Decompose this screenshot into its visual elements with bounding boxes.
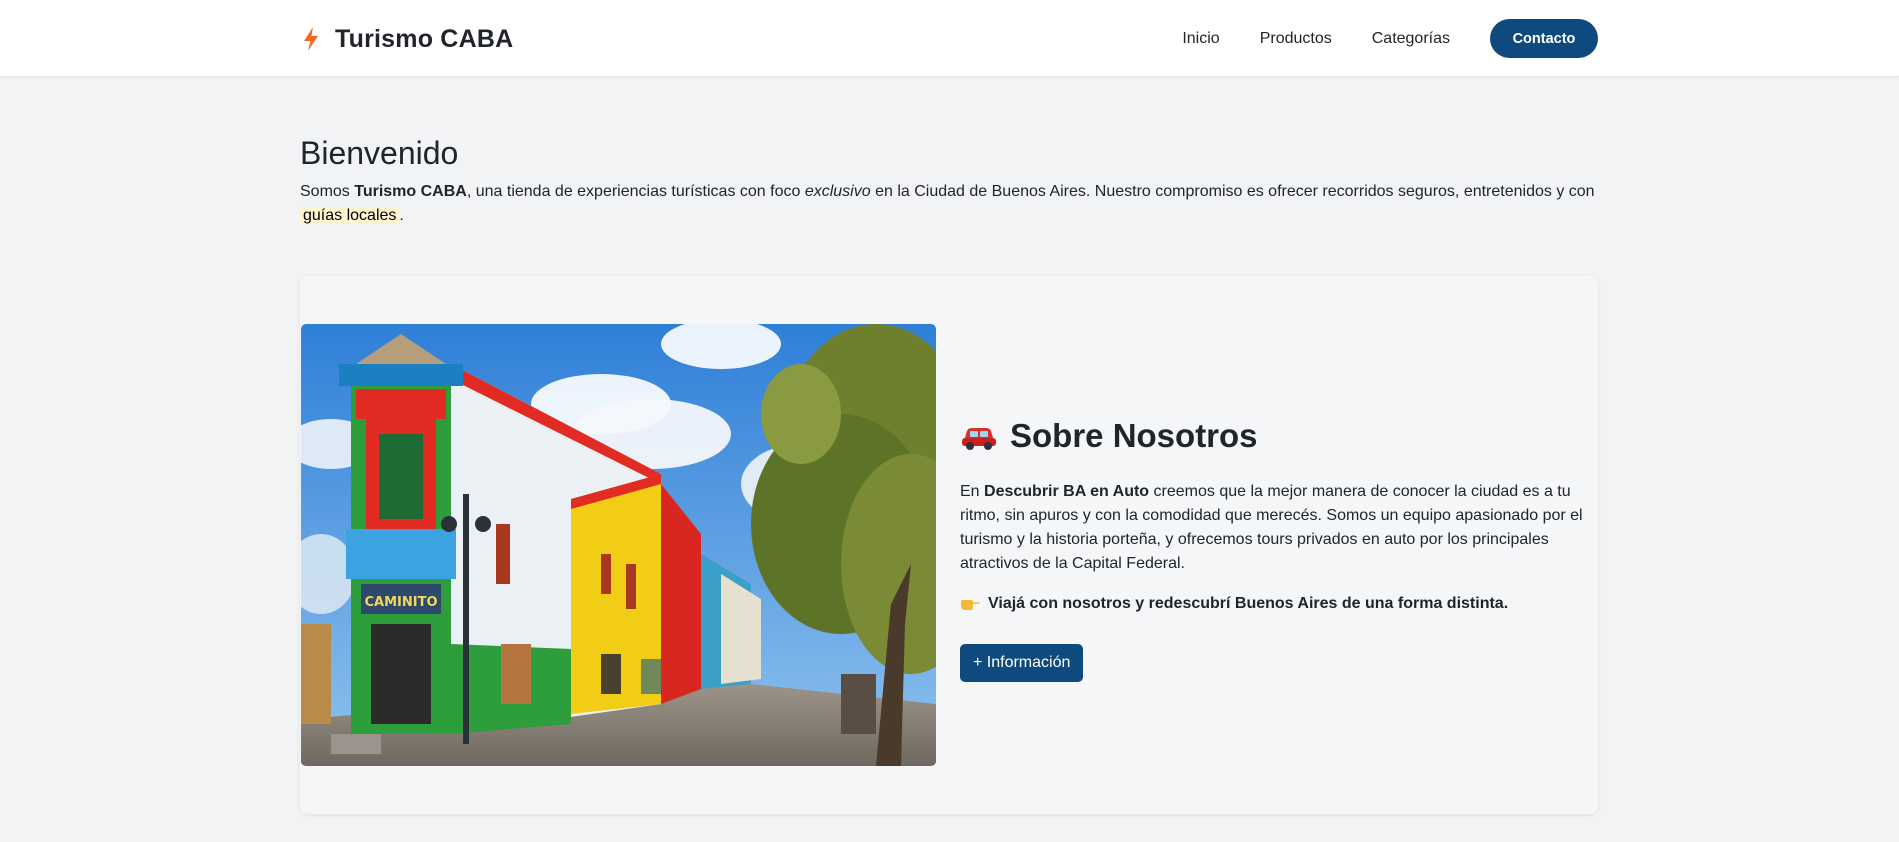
about-brand-strong: Descubrir BA en Auto: [984, 483, 1150, 500]
caminito-photo: CAMINITO: [301, 324, 936, 766]
welcome-text-end: .: [399, 207, 404, 224]
about-tagline: Viajá con nosotros y redescubrí Buenos A…: [960, 592, 1585, 616]
car-icon: [962, 428, 996, 450]
about-section: Sobre Nosotros En Descubrir BA en Auto c…: [960, 412, 1585, 682]
welcome-text-mid: , una tienda de experiencias turísticas …: [466, 183, 805, 200]
lightning-icon: [304, 27, 318, 51]
welcome-brand-strong: Turismo CABA: [354, 183, 467, 200]
nav-menu: Inicio Productos Categorías Contacto: [1182, 19, 1598, 58]
caminito-sign: CAMINITO: [364, 595, 437, 610]
nav-link-categorias[interactable]: Categorías: [1372, 30, 1450, 48]
brand-name: Turismo CABA: [335, 24, 514, 53]
about-tagline-text: Viajá con nosotros y redescubrí Buenos A…: [988, 595, 1509, 612]
about-title: Sobre Nosotros: [960, 412, 1585, 460]
welcome-text-after: en la Ciudad de Buenos Aires. Nuestro co…: [870, 183, 1595, 200]
pointing-hand-icon: [961, 600, 980, 610]
welcome-highlight: guías locales: [300, 207, 400, 224]
welcome-paragraph: Somos Turismo CABA, una tienda de experi…: [300, 180, 1600, 228]
contact-button[interactable]: Contacto: [1490, 19, 1598, 58]
more-info-button[interactable]: + Información: [960, 644, 1084, 682]
nav-link-productos[interactable]: Productos: [1260, 30, 1332, 48]
about-text-before: En: [960, 483, 985, 500]
welcome-text-before: Somos: [300, 183, 355, 200]
brand-link[interactable]: Turismo CABA: [301, 22, 513, 56]
welcome-title: Bienvenido: [300, 135, 459, 171]
navbar: Turismo CABA Inicio Productos Categorías…: [0, 0, 1899, 77]
about-title-text: Sobre Nosotros: [1010, 417, 1258, 454]
nav-link-inicio[interactable]: Inicio: [1182, 30, 1219, 48]
welcome-emphasis: exclusivo: [804, 183, 871, 200]
about-paragraph: En Descubrir BA en Auto creemos que la m…: [960, 480, 1585, 576]
